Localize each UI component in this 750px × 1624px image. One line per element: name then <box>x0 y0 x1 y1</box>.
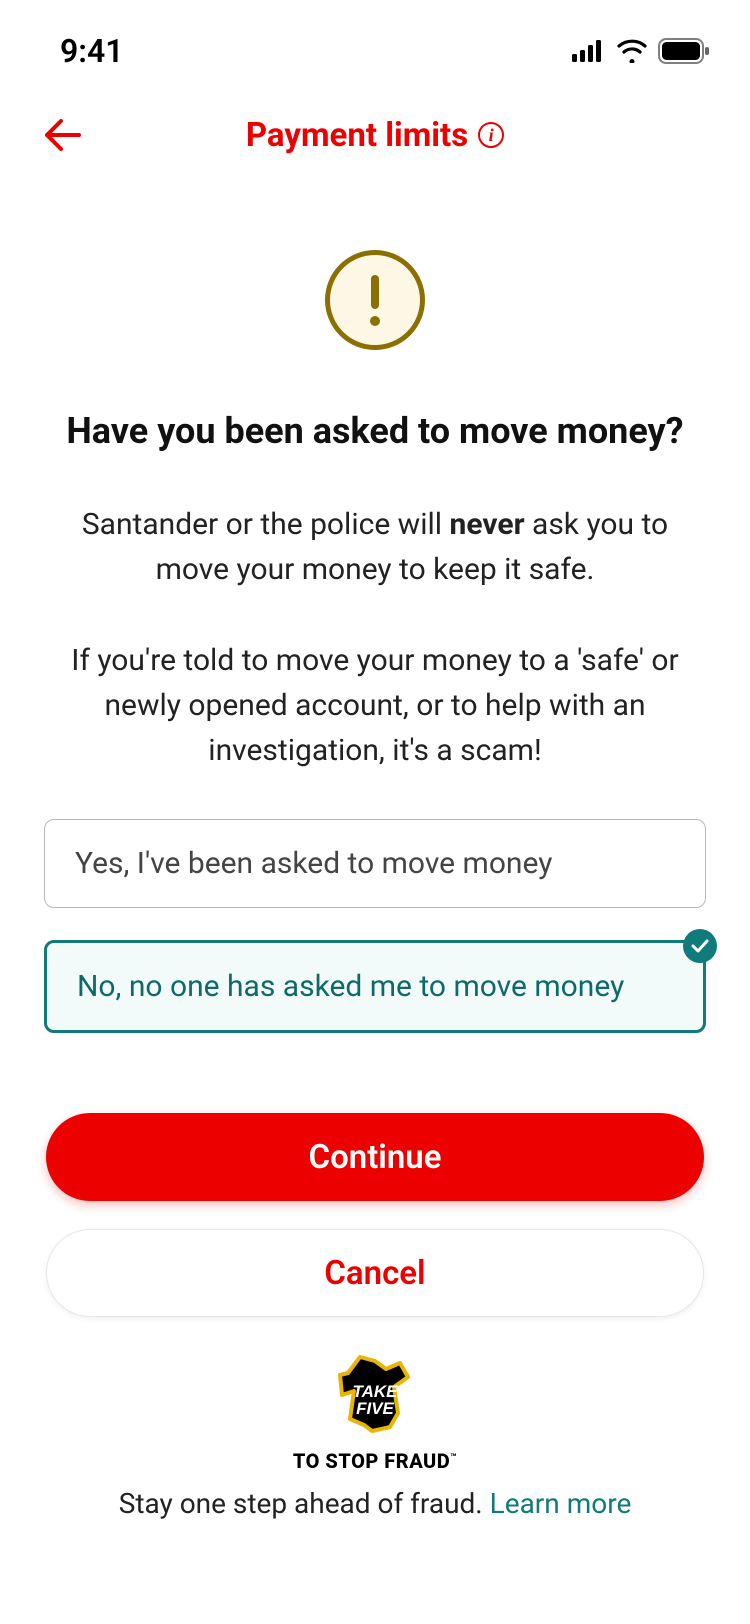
option-no[interactable]: No, no one has asked me to move money <box>44 940 706 1033</box>
learn-more-link[interactable]: Learn more <box>490 1487 632 1520</box>
wifi-icon <box>616 39 648 63</box>
warning-para-1: Santander or the police will never ask y… <box>44 502 706 592</box>
footer-text: Stay one step ahead of fraud. Learn more <box>44 1487 706 1520</box>
cellular-icon <box>572 40 606 62</box>
main-content: Have you been asked to move money? Santa… <box>0 190 750 1520</box>
battery-icon <box>658 38 710 64</box>
question-heading: Have you been asked to move money? <box>44 410 706 452</box>
action-buttons: Continue Cancel <box>44 1113 706 1317</box>
title-wrap: Payment limits i <box>246 116 504 155</box>
page-title: Payment limits <box>246 116 468 155</box>
svg-text:FIVE: FIVE <box>356 1399 394 1418</box>
warning-para-2: If you're told to move your money to a '… <box>44 638 706 773</box>
options-group: Yes, I've been asked to move money No, n… <box>44 819 706 1033</box>
option-label: No, no one has asked me to move money <box>77 969 624 1004</box>
status-icons <box>572 38 710 64</box>
option-label: Yes, I've been asked to move money <box>75 846 552 881</box>
take-five-logo: TAKE FIVE TO STOP FRAUD™ <box>293 1353 457 1473</box>
info-icon[interactable]: i <box>478 122 504 148</box>
footer: TAKE FIVE TO STOP FRAUD™ Stay one step a… <box>44 1353 706 1520</box>
status-bar: 9:41 <box>0 0 750 80</box>
warning-icon <box>325 250 425 350</box>
cancel-button[interactable]: Cancel <box>46 1229 704 1317</box>
check-icon <box>683 929 717 963</box>
back-button[interactable] <box>40 113 84 157</box>
arrow-left-icon <box>43 119 81 151</box>
option-yes[interactable]: Yes, I've been asked to move money <box>44 819 706 908</box>
take-five-subtitle: TO STOP FRAUD™ <box>293 1449 457 1473</box>
continue-button[interactable]: Continue <box>46 1113 704 1201</box>
status-time: 9:41 <box>60 32 124 70</box>
page-header: Payment limits i <box>0 80 750 190</box>
